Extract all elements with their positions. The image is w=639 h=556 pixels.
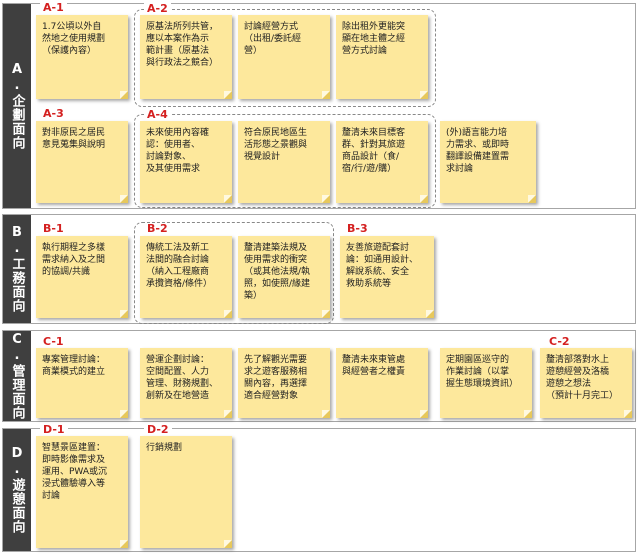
note-b2-construction-methods: 傳統工法及新工 法間的融合討論 （納入工程廠商 承攬資格/條件）	[140, 236, 232, 318]
tag-a1: A-1	[40, 2, 67, 14]
note-c1-responsibilities: 釐清未來東管處 與經營者之權責	[336, 348, 428, 418]
section-label: C.管理面向	[3, 331, 31, 421]
note-d1: 智慧景區建置： 即時影像需求及 運用、PWA或沉 浸式體驗導入等 討論	[36, 436, 128, 548]
tag-a2: A-2	[144, 3, 171, 15]
section-label: D.遊憩面向	[3, 429, 31, 551]
tag-b1: B-1	[40, 223, 67, 235]
note-a4-usage: 未來使用內容確 認：使用者、 討論對象、 及其使用需求	[140, 121, 232, 203]
note-d2: 行銷規劃	[140, 436, 232, 548]
note-c1-visitor-services: 先了解觀光需要 求之遊客服務相 關內容，再選擇 適合經營對象	[238, 348, 330, 418]
tag-a3: A-3	[40, 108, 67, 120]
note-a4-language: (外)語言能力培 力需求、或即時 翻譯設備建置需 求討論	[440, 121, 536, 203]
tag-a4: A-4	[144, 109, 171, 121]
note-c1-project-management: 專案管理討論： 商業模式的建立	[36, 348, 128, 418]
tag-c1: C-1	[40, 336, 67, 348]
note-b1: 執行期程之多樣 需求納入及之間 的協調/共識	[36, 236, 128, 318]
note-b3: 友善旅遊配套討 論：如通用設計、 解說系統、安全 救助系統等	[340, 236, 434, 318]
note-c1-operation-planning: 營運企劃討論： 空間配置、人力 管理、財務規劃、 創新及在地營造	[140, 348, 232, 418]
note-a4-target-customers: 釐清未來目標客 群、針對其旅遊 商品設計（食/ 宿/行/遊/購）	[336, 121, 428, 203]
section-label: A.企劃面向	[3, 4, 31, 208]
note-c1-patrol: 定期園區巡守的 作業討論（以掌 握生態環境資訊）	[440, 348, 532, 418]
note-a2-local-operation: 除出租外更能突 顯在地主體之經 營方式討論	[336, 15, 428, 99]
tag-d1: D-1	[40, 424, 68, 436]
note-a4-landscape: 符合原民地區生 活形態之景觀與 視覺設計	[238, 121, 330, 203]
tag-b2: B-2	[144, 223, 171, 235]
note-a3: 對非原民之居民 意見蒐集與說明	[36, 121, 128, 203]
note-a2-shared-management: 原基法所列共管， 應以本案作為示 範計畫（原基法 與行政法之競合）	[140, 15, 232, 99]
note-a1: 1.7公頃以外自 然地之使用規劃 （保護內容）	[36, 15, 128, 99]
note-c2: 釐清部落對水上 遊憩經營及洛橋 遊憩之想法 （預計十月完工）	[540, 348, 632, 418]
tag-c2: C-2	[546, 336, 573, 348]
note-b2-building-regulations: 釐清建築法規及 使用需求的衝突 （或其他法規/執 照，如使照/緣建 築）	[238, 236, 330, 318]
note-a2-operation-mode: 討論經營方式 （出租/委託經 營）	[238, 15, 330, 99]
tag-d2: D-2	[144, 424, 172, 436]
section-label: B.工務面向	[3, 215, 31, 323]
tag-b3: B-3	[344, 223, 371, 235]
